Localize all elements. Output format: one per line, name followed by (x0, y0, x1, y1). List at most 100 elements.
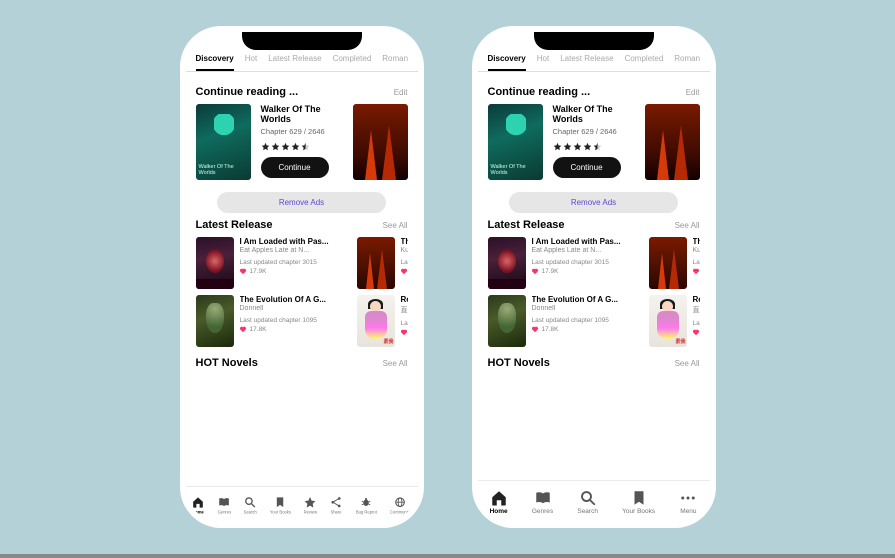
hot-novels-header: HOT Novels See All (488, 357, 700, 369)
bottom-nav-large: Home Genres Search Your Books Menu (478, 480, 710, 522)
tab-latest-release[interactable]: Latest Release (560, 54, 613, 71)
book-meta: La (693, 259, 700, 266)
nav-share[interactable]: Share (330, 495, 343, 513)
book-cover-current[interactable] (488, 104, 543, 180)
book-cover-next[interactable] (645, 104, 700, 180)
book-title: Th (401, 237, 408, 246)
star-icon (563, 142, 572, 151)
nav-menu[interactable]: Menu (679, 489, 697, 515)
book-open-icon (218, 495, 231, 508)
book-likes (401, 268, 408, 275)
heart-icon (401, 268, 408, 275)
book-cover-thumb: 素我 (649, 295, 687, 347)
see-all-link[interactable]: See All (675, 359, 700, 368)
nav-search[interactable]: Search (577, 489, 598, 515)
phone-mockup-right: Discovery Hot Latest Release Completed R… (478, 32, 710, 522)
star-icon (553, 142, 562, 151)
list-item[interactable]: Th Ku La (357, 237, 408, 289)
book-meta: Last updated chapter 1095 (532, 317, 643, 324)
edit-link[interactable]: Edit (686, 88, 700, 97)
home-icon (192, 495, 205, 508)
heart-icon (693, 268, 700, 275)
continue-button[interactable]: Continue (553, 157, 621, 178)
list-item[interactable]: Th Ku La (649, 237, 700, 289)
share-icon (330, 495, 343, 508)
hot-novels-title: HOT Novels (196, 357, 258, 369)
tab-romance[interactable]: Roman (382, 54, 408, 71)
nav-genres[interactable]: Genres (217, 495, 231, 513)
list-item[interactable]: The Evolution Of A G... Donnell Last upd… (196, 295, 351, 347)
nav-bug-report[interactable]: Bug Reprot (356, 495, 377, 513)
continue-reading-header: Continue reading ... Edit (196, 86, 408, 98)
nav-your-books[interactable]: Your Books (622, 489, 655, 515)
nav-community[interactable]: Community (390, 495, 411, 513)
tab-hot[interactable]: Hot (245, 54, 257, 71)
rating-stars (261, 142, 343, 151)
tab-completed[interactable]: Completed (333, 54, 372, 71)
search-icon (244, 495, 257, 508)
edit-link[interactable]: Edit (394, 88, 408, 97)
list-item[interactable]: I Am Loaded with Pas... Eat Apples Late … (488, 237, 643, 289)
nav-search[interactable]: Search (244, 495, 257, 513)
heart-icon (693, 329, 700, 336)
book-meta: Last updated chapter 3015 (240, 259, 351, 266)
star-icon (291, 142, 300, 151)
list-item[interactable]: 素我 Re 直 La (649, 295, 700, 347)
nav-home[interactable]: Home (192, 495, 205, 513)
hot-novels-title: HOT Novels (488, 357, 550, 369)
continue-reading-header: Continue reading ... Edit (488, 86, 700, 98)
book-cover-thumb: 素我 (357, 295, 395, 347)
book-title: Walker Of The Worlds (261, 104, 343, 124)
latest-release-header: Latest Release See All (196, 219, 408, 231)
phone-mockup-left: Discovery Hot Latest Release Completed R… (186, 32, 418, 522)
book-cover-current[interactable] (196, 104, 251, 180)
tab-discovery[interactable]: Discovery (196, 54, 234, 71)
latest-release-grid: I Am Loaded with Pas... Eat Apples Late … (488, 237, 700, 347)
nav-home[interactable]: Home (490, 489, 508, 515)
list-item[interactable]: 素我 Re 直 La (357, 295, 408, 347)
remove-ads-button[interactable]: Remove Ads (217, 192, 387, 213)
book-meta: Last updated chapter 1095 (240, 317, 351, 324)
star-icon (271, 142, 280, 151)
book-cover-thumb (196, 295, 234, 347)
star-icon (573, 142, 582, 151)
book-cover-thumb (196, 237, 234, 289)
tab-latest-release[interactable]: Latest Release (268, 54, 321, 71)
search-icon (579, 489, 597, 507)
see-all-link[interactable]: See All (383, 359, 408, 368)
continue-button[interactable]: Continue (261, 157, 329, 178)
tab-romance[interactable]: Roman (674, 54, 700, 71)
continue-reading-row: Walker Of The Worlds Chapter 629 / 2646 … (488, 104, 700, 180)
tab-hot[interactable]: Hot (537, 54, 549, 71)
see-all-link[interactable]: See All (675, 221, 700, 230)
book-cover-next[interactable] (353, 104, 408, 180)
hot-novels-header: HOT Novels See All (196, 357, 408, 369)
star-half-icon (593, 142, 602, 151)
tab-completed[interactable]: Completed (625, 54, 664, 71)
continue-reading-title: Continue reading ... (196, 86, 299, 98)
list-item[interactable]: I Am Loaded with Pas... Eat Apples Late … (196, 237, 351, 289)
book-title: The Evolution Of A G... (240, 295, 351, 304)
tab-discovery[interactable]: Discovery (488, 54, 526, 71)
book-likes (401, 329, 408, 336)
globe-icon (394, 495, 407, 508)
latest-release-title: Latest Release (488, 219, 565, 231)
book-author: Ku (401, 247, 408, 254)
bookmark-icon (630, 489, 648, 507)
book-title: Re (401, 295, 408, 304)
list-item[interactable]: The Evolution Of A G... Donnell Last upd… (488, 295, 643, 347)
book-likes: 17.9K (240, 268, 351, 275)
star-icon (261, 142, 270, 151)
nav-your-books[interactable]: Your Books (270, 495, 291, 513)
content-area: Continue reading ... Edit Walker Of The … (186, 72, 418, 486)
latest-release-title: Latest Release (196, 219, 273, 231)
see-all-link[interactable]: See All (383, 221, 408, 230)
home-icon (490, 489, 508, 507)
nav-genres[interactable]: Genres (532, 489, 553, 515)
book-author: 直 (401, 305, 408, 315)
book-author: Donnell (532, 305, 643, 312)
remove-ads-button[interactable]: Remove Ads (509, 192, 679, 213)
nav-review[interactable]: Review (304, 495, 318, 513)
continue-reading-title: Continue reading ... (488, 86, 591, 98)
book-open-icon (534, 489, 552, 507)
